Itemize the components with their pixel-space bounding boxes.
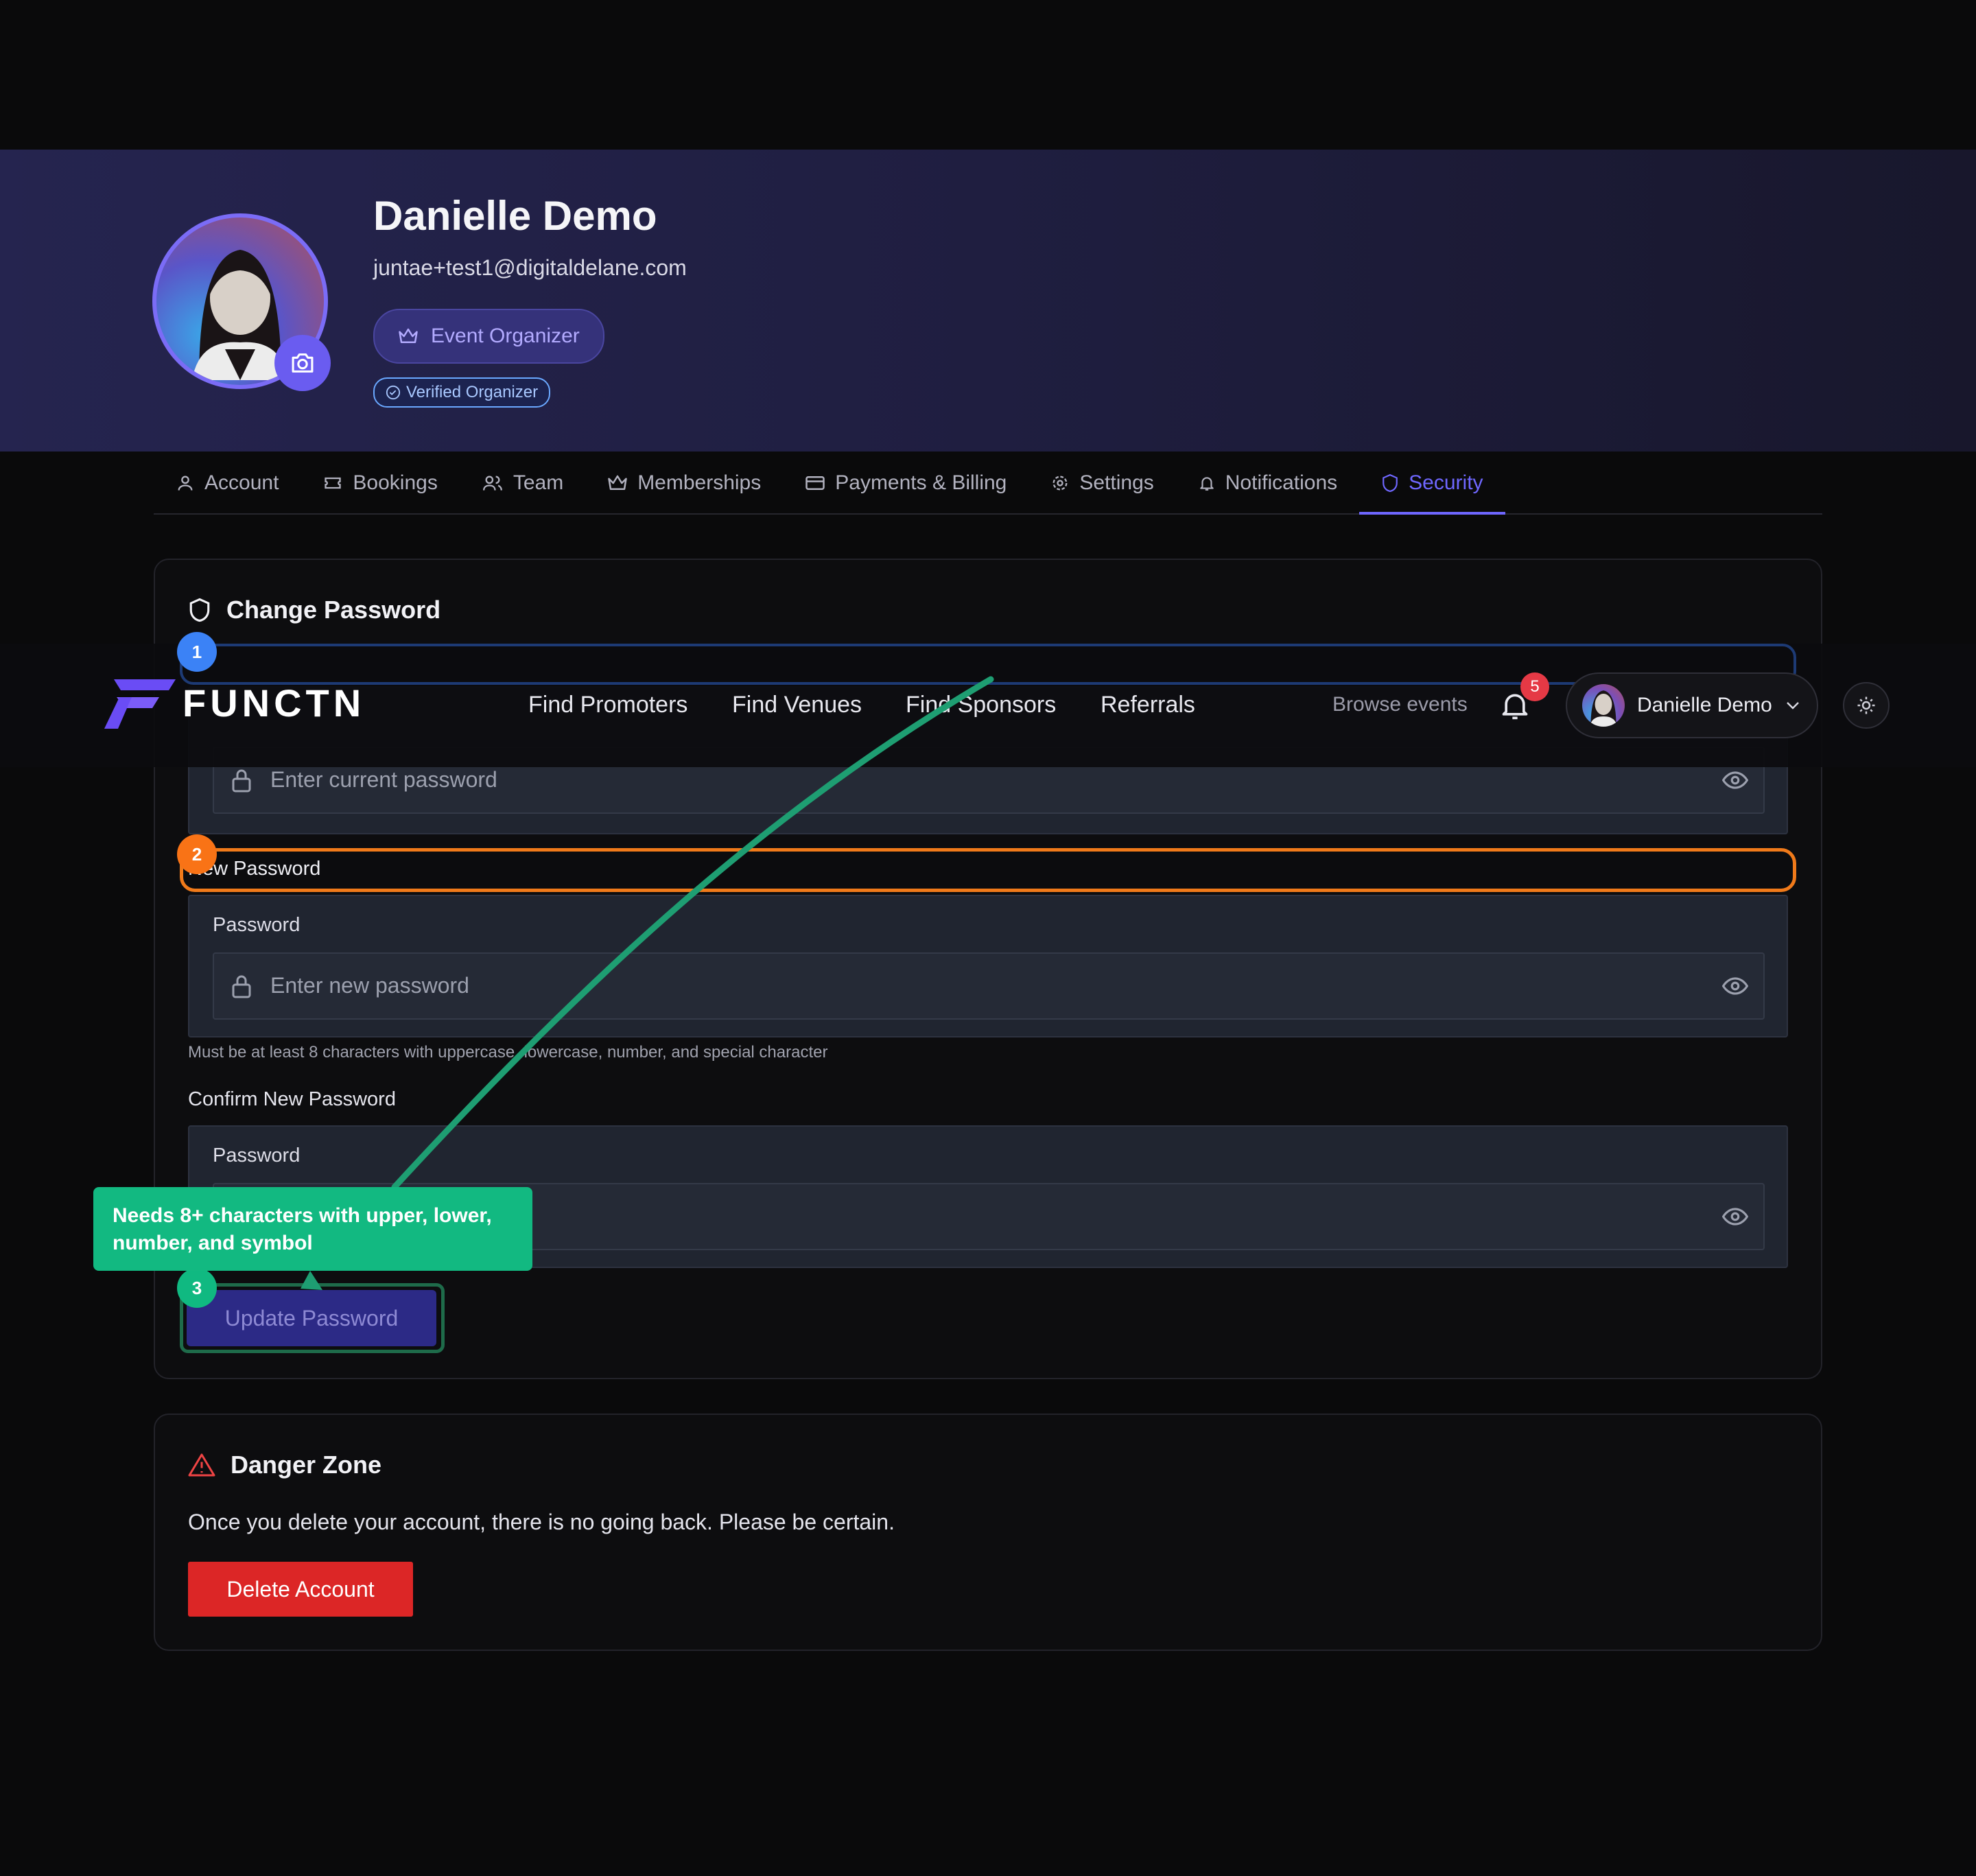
annotation-arrow	[301, 676, 994, 1290]
step-marker-3: 3	[177, 1268, 217, 1308]
step-marker-1: 1	[177, 632, 217, 672]
annotation-tooltip: Needs 8+ characters with upper, lower, n…	[93, 1187, 532, 1271]
step-marker-2: 2	[177, 834, 217, 874]
